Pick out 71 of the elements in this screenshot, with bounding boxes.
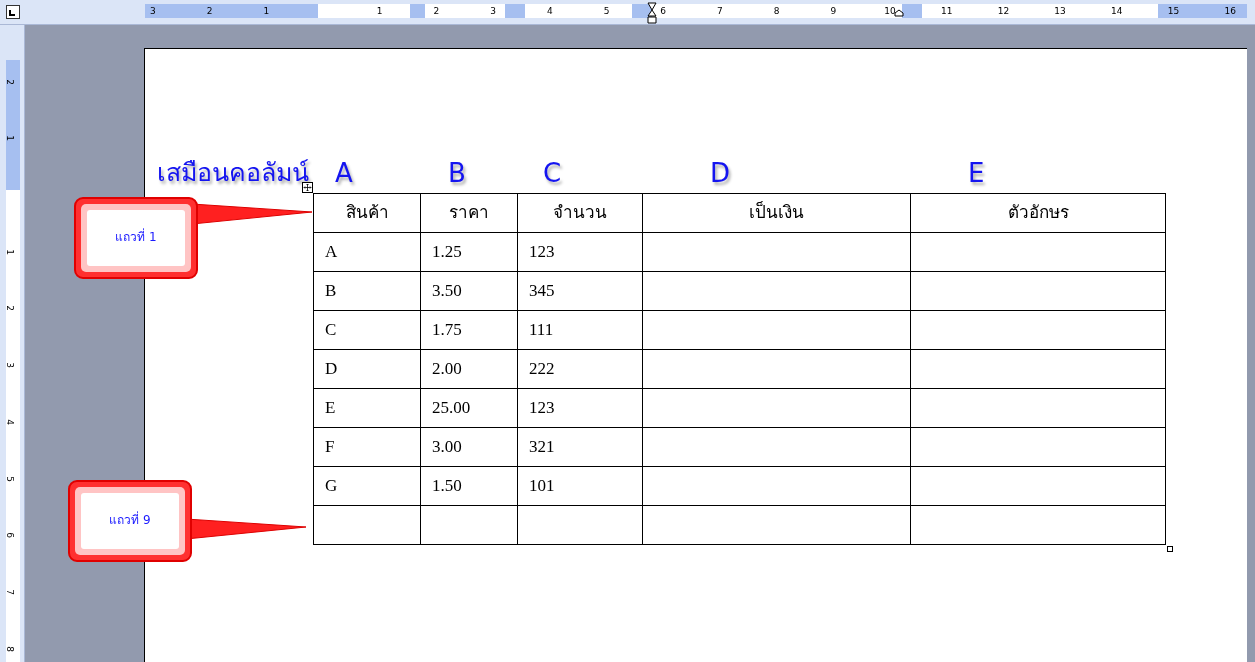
table-cell: 111 [517, 310, 643, 350]
ruler-number: 9 [830, 5, 837, 17]
table-cell: 345 [517, 271, 643, 311]
column-letter: A [335, 158, 353, 188]
ruler-number: 8 [773, 5, 780, 17]
ruler-number: 2 [433, 5, 440, 17]
table-header-cell: ตัวอักษร [910, 193, 1166, 233]
table-cell: 2.00 [420, 349, 518, 389]
ruler-number: 16 [1224, 5, 1236, 17]
table-cell: 123 [517, 388, 643, 428]
table-header-cell: จำนวน [517, 193, 643, 233]
ruler-number: 1 [376, 5, 383, 17]
ruler-number: 13 [1054, 5, 1066, 17]
ruler-number: 8 [3, 645, 16, 652]
indent-marker-icon[interactable] [647, 2, 657, 24]
ruler-number: 5 [603, 5, 610, 17]
ruler-number: 14 [1111, 5, 1123, 17]
table-cell: 321 [517, 427, 643, 467]
table-cell: 1.50 [420, 466, 518, 506]
table-cell: G [313, 466, 421, 506]
ruler-number: 5 [3, 475, 16, 482]
table-header-cell: เป็นเงิน [642, 193, 911, 233]
table-move-handle-icon[interactable] [302, 182, 313, 193]
document-title: เสมือนคอลัมน์ [157, 158, 309, 187]
table-cell: 3.50 [420, 271, 518, 311]
table-cell: 123 [517, 232, 643, 272]
column-letter: B [448, 158, 466, 188]
ruler-number: 1 [3, 248, 16, 255]
column-letter: C [543, 158, 562, 188]
table-cell: 25.00 [420, 388, 518, 428]
ruler-number: 7 [717, 5, 723, 17]
table-cell: 101 [517, 466, 643, 506]
callout-text: แถวที่ 9 [108, 512, 152, 528]
tab-selector-icon[interactable] [5, 5, 20, 19]
table-cell: 1.25 [420, 232, 518, 272]
ruler-number: 3 [3, 362, 16, 368]
ruler-number: 4 [546, 5, 553, 17]
table-cell: B [313, 271, 421, 311]
ruler-number: 15 [1167, 5, 1180, 17]
column-marker[interactable] [505, 4, 525, 18]
table-header-cell: ราคา [420, 193, 518, 233]
column-marker[interactable] [902, 4, 922, 18]
ruler-number: 6 [3, 532, 16, 539]
ruler-number: 10 [884, 5, 896, 17]
ruler-number: 7 [3, 589, 16, 595]
table-resize-handle-icon[interactable] [1167, 546, 1173, 552]
table-cell: 3.00 [420, 427, 518, 467]
table-cell: D [313, 349, 421, 389]
column-letter: D [710, 158, 731, 188]
ruler-number: 1 [263, 5, 270, 17]
ruler-number: 2 [3, 305, 16, 312]
ruler-number: 2 [3, 78, 16, 85]
ruler-number: 11 [940, 5, 953, 17]
table-cell: A [313, 232, 421, 272]
table-cell: 1.75 [420, 310, 518, 350]
ruler-number: 6 [660, 5, 667, 17]
table-cell: 222 [517, 349, 643, 389]
ruler-number: 12 [997, 5, 1010, 17]
right-indent-marker-icon[interactable] [894, 9, 904, 17]
ruler-number: 3 [490, 5, 496, 17]
ruler-number: 3 [150, 5, 156, 17]
column-marker[interactable] [410, 4, 425, 18]
column-letter: E [968, 158, 985, 188]
table-cell: E [313, 388, 421, 428]
table-header-cell: สินค้า [313, 193, 421, 233]
table-cell: C [313, 310, 421, 350]
callout-text: แถวที่ 1 [114, 229, 158, 245]
ruler-number: 2 [206, 5, 213, 17]
table-cell: F [313, 427, 421, 467]
ruler-number: 4 [3, 418, 16, 425]
ruler-number: 1 [3, 135, 16, 142]
